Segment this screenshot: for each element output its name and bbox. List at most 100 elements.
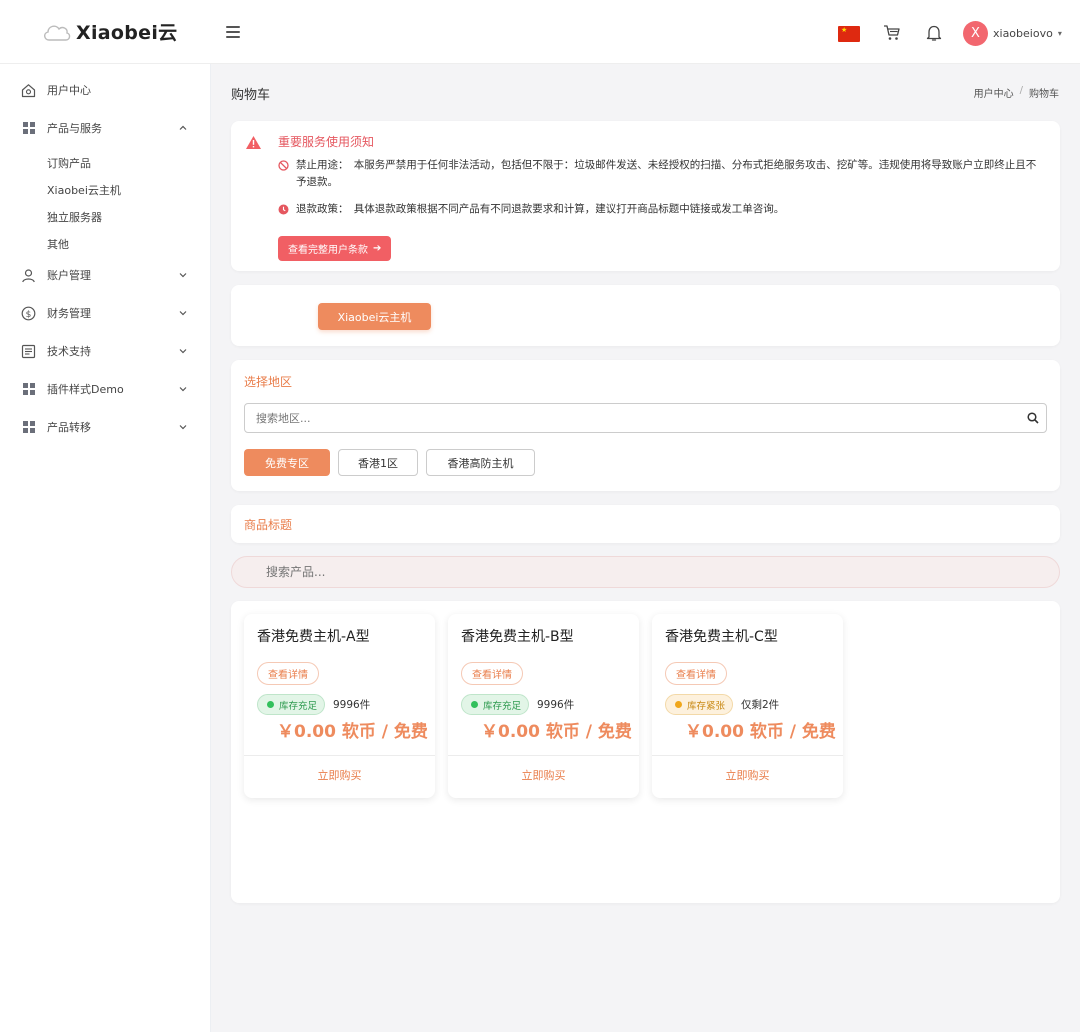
- product-price: ￥0.00 软币 / 免费: [685, 722, 836, 742]
- sidebar-item-label: 产品与服务: [47, 122, 102, 135]
- buy-now-button[interactable]: 立即购买: [244, 767, 435, 783]
- stock-count: 9996件: [333, 699, 371, 711]
- sidebar-subitem-other[interactable]: 其他: [47, 236, 69, 252]
- sidebar-item-label: 插件样式Demo: [47, 383, 124, 396]
- chevron-down-icon: [179, 387, 187, 392]
- sidebar-item-support[interactable]: 技术支持: [0, 338, 211, 364]
- product-card: 香港免费主机-A型 查看详情 库存充足 9996件 ￥0.00 软币 / 免费 …: [244, 614, 435, 798]
- buy-now-button[interactable]: 立即购买: [652, 767, 843, 783]
- product-card: 香港免费主机-C型 查看详情 库存紧张 仅剩2件 ￥0.00 软币 / 免费 立…: [652, 614, 843, 798]
- stock-badge: 库存充足: [461, 694, 530, 715]
- breadcrumb-link-user-center[interactable]: 用户中心: [974, 85, 1014, 100]
- grid-icon: [21, 121, 36, 136]
- sidebar-item-products-services[interactable]: 产品与服务: [0, 115, 211, 141]
- user-icon: [22, 268, 35, 282]
- sidebar-item-product-transfer[interactable]: 产品转移: [0, 414, 211, 440]
- stock-badge: 库存充足: [257, 694, 326, 715]
- region-card: 选择地区 免费专区 香港1区 香港高防主机: [231, 360, 1060, 491]
- avatar: X: [963, 21, 988, 46]
- dollar-icon: $: [21, 306, 36, 320]
- stock-count: 仅剩2件: [741, 699, 780, 711]
- view-details-button[interactable]: 查看详情: [665, 662, 727, 685]
- sidebar-item-user-center[interactable]: 用户中心: [0, 77, 211, 103]
- grid-icon: [21, 420, 36, 435]
- status-dot-icon: [471, 701, 478, 708]
- cart-icon[interactable]: [883, 24, 901, 42]
- sidebar-item-label: 财务管理: [47, 307, 91, 320]
- product-name: 香港免费主机-A型: [257, 629, 370, 645]
- region-label: 选择地区: [244, 375, 293, 389]
- stock-label: 库存充足: [279, 700, 318, 712]
- region-button-hk-ddos[interactable]: 香港高防主机: [426, 449, 535, 476]
- category-button-cloud-host[interactable]: Xiaobei云主机: [318, 303, 431, 330]
- product-search-input[interactable]: [232, 557, 1022, 587]
- breadcrumb-current: 购物车: [1029, 89, 1059, 100]
- stock-label: 库存充足: [483, 700, 522, 712]
- sidebar-item-finance[interactable]: $ 财务管理: [0, 300, 211, 326]
- logo[interactable]: Xiaobei云: [42, 18, 177, 45]
- region-button-hk1[interactable]: 香港1区: [338, 449, 418, 476]
- stock-badge: 库存紧张: [665, 694, 734, 715]
- chevron-down-icon: [179, 349, 187, 354]
- chevron-down-icon: ▾: [1057, 29, 1062, 38]
- breadcrumb: 用户中心 / 购物车: [974, 85, 1059, 100]
- home-icon: [21, 83, 36, 97]
- status-dot-icon: [675, 701, 682, 708]
- chevron-up-icon: [179, 125, 187, 130]
- sidebar-subitem-cloud-host[interactable]: Xiaobei云主机: [47, 182, 121, 198]
- clock-icon: [278, 204, 289, 215]
- breadcrumb-separator: /: [1019, 85, 1023, 96]
- china-flag-icon[interactable]: ★: [838, 26, 860, 42]
- products-card: 香港免费主机-A型 查看详情 库存充足 9996件 ￥0.00 软币 / 免费 …: [231, 601, 1060, 903]
- divider: [652, 755, 843, 756]
- product-title-card: 商品标题: [231, 505, 1060, 543]
- sidebar-subitem-dedicated-server[interactable]: 独立服务器: [47, 209, 102, 225]
- product-card: 香港免费主机-B型 查看详情 库存充足 9996件 ￥0.00 软币 / 免费 …: [448, 614, 639, 798]
- chevron-down-icon: [179, 425, 187, 430]
- product-section-label: 商品标题: [244, 518, 293, 532]
- stock-label: 库存紧张: [687, 700, 726, 712]
- sidebar-item-label: 用户中心: [47, 84, 91, 97]
- chevron-down-icon: [179, 311, 187, 316]
- top-navbar: Xiaobei云 ★ X xiaobeiovo ▾: [0, 0, 1080, 64]
- sidebar-subitem-order-product[interactable]: 订购产品: [47, 155, 91, 171]
- search-icon[interactable]: [1027, 412, 1039, 424]
- product-search-box: [231, 556, 1060, 588]
- status-dot-icon: [267, 701, 274, 708]
- region-button-free-zone[interactable]: 免费专区: [244, 449, 330, 476]
- notice-title: 重要服务使用须知: [278, 135, 375, 149]
- sidebar-item-label: 产品转移: [47, 421, 91, 434]
- product-price: ￥0.00 软币 / 免费: [481, 722, 632, 742]
- arrow-right-icon: ➔: [373, 243, 382, 254]
- product-name: 香港免费主机-B型: [461, 629, 574, 645]
- view-details-button[interactable]: 查看详情: [257, 662, 319, 685]
- notice-card: 重要服务使用须知 禁止用途： 本服务严禁用于任何非法活动，包括但不限于：垃圾邮件…: [231, 121, 1060, 271]
- region-search-input[interactable]: [245, 404, 1005, 432]
- sidebar-item-label: 技术支持: [47, 345, 91, 358]
- svg-text:$: $: [26, 309, 32, 319]
- page-title: 购物车: [231, 88, 271, 103]
- divider: [244, 755, 435, 756]
- chevron-down-icon: [179, 273, 187, 278]
- buy-now-button[interactable]: 立即购买: [448, 767, 639, 783]
- cloud-logo-icon: [44, 24, 71, 41]
- sidebar-item-account[interactable]: 账户管理: [0, 262, 211, 288]
- bell-icon[interactable]: [925, 24, 943, 42]
- product-price: ￥0.00 软币 / 免费: [277, 722, 428, 742]
- grid-icon: [21, 382, 36, 397]
- document-icon: [21, 344, 36, 358]
- ban-icon: [278, 160, 289, 171]
- sidebar: 用户中心 产品与服务 订购产品 Xiaobei云主机 独立服务器 其他 账户管理…: [0, 64, 211, 1032]
- user-name: xiaobeiovo: [993, 27, 1053, 40]
- warning-icon: [246, 136, 261, 149]
- user-menu[interactable]: X xiaobeiovo ▾: [963, 21, 1062, 46]
- category-card: Xiaobei云主机: [231, 285, 1060, 346]
- menu-toggle-icon[interactable]: [226, 23, 240, 39]
- sidebar-item-plugin-demo[interactable]: 插件样式Demo: [0, 376, 211, 402]
- view-details-button[interactable]: 查看详情: [461, 662, 523, 685]
- notice-prohibited-text: 禁止用途： 本服务严禁用于任何非法活动，包括但不限于：垃圾邮件发送、未经授权的扫…: [296, 159, 1037, 188]
- stock-count: 9996件: [537, 699, 575, 711]
- divider: [448, 755, 639, 756]
- sidebar-item-label: 账户管理: [47, 269, 91, 282]
- view-terms-button[interactable]: 查看完整用户条款 ➔: [278, 236, 392, 261]
